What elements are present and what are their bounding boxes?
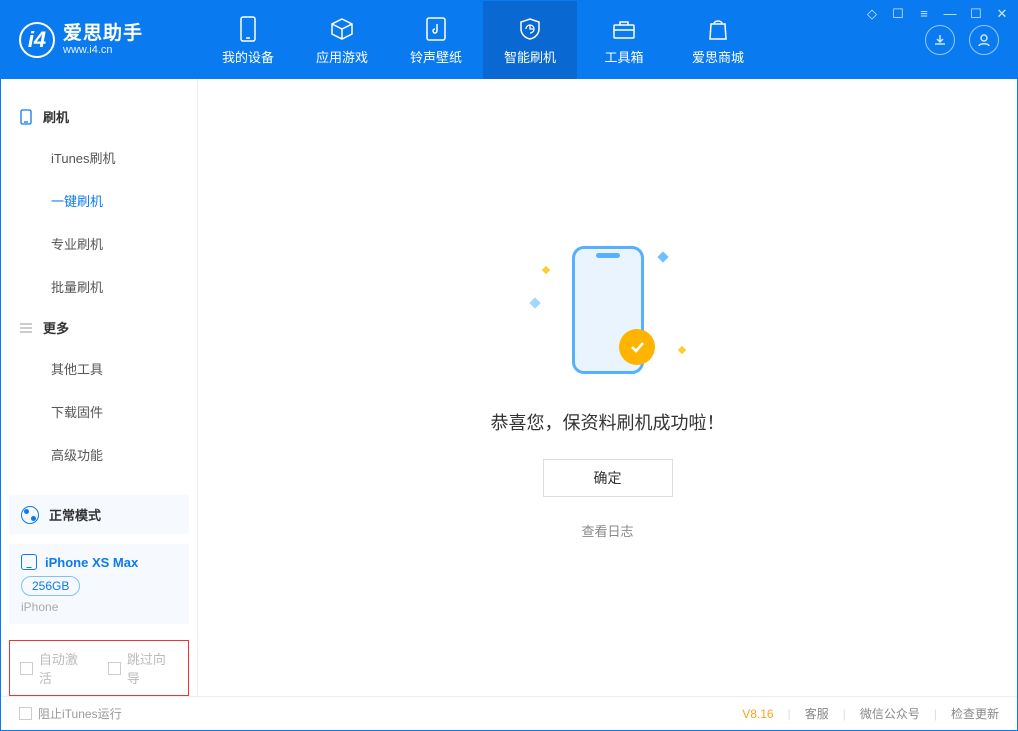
support-link[interactable]: 客服	[805, 705, 829, 722]
music-file-icon	[422, 15, 450, 43]
close-button[interactable]: ✕	[994, 6, 1010, 22]
tab-apps-games[interactable]: 应用游戏	[295, 1, 389, 79]
tab-label: 应用游戏	[316, 47, 368, 66]
maximize-button[interactable]: ☐	[968, 6, 984, 22]
sidebar-group-title: 刷机	[43, 107, 69, 126]
list-icon	[19, 321, 33, 335]
wechat-link[interactable]: 微信公众号	[860, 705, 920, 722]
tab-label: 智能刷机	[504, 47, 556, 66]
main-content: 恭喜您，保资料刷机成功啦！ 确定 查看日志	[198, 79, 1017, 696]
download-button[interactable]	[925, 25, 955, 55]
phone-graphic	[572, 246, 644, 374]
sidebar-group-flash: 刷机	[1, 97, 197, 136]
success-illustration	[523, 235, 693, 385]
sidebar-item-other-tools[interactable]: 其他工具	[1, 347, 197, 390]
app-header: i4 爱思助手 www.i4.cn 我的设备 应用游戏 铃声壁纸 智能刷机 工具…	[1, 1, 1017, 79]
nav-tabs: 我的设备 应用游戏 铃声壁纸 智能刷机 工具箱 爱思商城	[201, 1, 765, 79]
device-small-icon	[21, 554, 37, 570]
user-button[interactable]	[969, 25, 999, 55]
sidebar-group-title: 更多	[43, 318, 69, 337]
tab-label: 工具箱	[604, 47, 643, 66]
bag-icon	[704, 15, 732, 43]
view-log-link[interactable]: 查看日志	[581, 521, 633, 540]
auto-activate-checkbox[interactable]: 自动激活	[20, 649, 90, 687]
sidebar-item-download-firmware[interactable]: 下载固件	[1, 390, 197, 433]
sidebar-item-oneclick-flash[interactable]: 一键刷机	[1, 179, 197, 222]
mode-icon	[21, 506, 39, 524]
app-title: 爱思助手	[63, 24, 143, 45]
success-message: 恭喜您，保资料刷机成功啦！	[491, 409, 725, 435]
block-itunes-checkbox[interactable]: 阻止iTunes运行	[19, 705, 122, 722]
app-site: www.i4.cn	[63, 44, 143, 56]
tab-label: 我的设备	[222, 47, 274, 66]
shield-refresh-icon	[516, 15, 544, 43]
tab-smart-flash[interactable]: 智能刷机	[483, 1, 577, 79]
checkmark-badge-icon	[619, 329, 655, 365]
toolbox-icon	[610, 15, 638, 43]
skip-guide-checkbox[interactable]: 跳过向导	[108, 649, 178, 687]
checkbox-label: 阻止iTunes运行	[38, 705, 122, 722]
sidebar-group-more: 更多	[1, 308, 197, 347]
checkbox-label: 跳过向导	[127, 649, 178, 687]
logo-icon: i4	[19, 22, 55, 58]
sidebar-item-itunes-flash[interactable]: iTunes刷机	[1, 136, 197, 179]
tab-my-device[interactable]: 我的设备	[201, 1, 295, 79]
menu-icon[interactable]: ≡	[916, 6, 932, 22]
skin-icon[interactable]: ◇	[864, 6, 880, 22]
sidebar: 刷机 iTunes刷机 一键刷机 专业刷机 批量刷机 更多 其他工具 下载固件 …	[1, 79, 198, 696]
ok-button[interactable]: 确定	[543, 459, 673, 497]
checkbox-label: 自动激活	[39, 649, 90, 687]
footer: 阻止iTunes运行 V8.16 | 客服 | 微信公众号 | 检查更新	[1, 696, 1017, 730]
sidebar-item-batch-flash[interactable]: 批量刷机	[1, 265, 197, 308]
cube-icon	[328, 15, 356, 43]
device-type: iPhone	[21, 600, 177, 614]
sidebar-item-pro-flash[interactable]: 专业刷机	[1, 222, 197, 265]
flash-options-box: 自动激活 跳过向导	[9, 640, 189, 696]
tab-label: 爱思商城	[692, 47, 744, 66]
sidebar-item-advanced[interactable]: 高级功能	[1, 433, 197, 476]
device-name: iPhone XS Max	[45, 555, 138, 570]
tab-label: 铃声壁纸	[410, 47, 462, 66]
check-update-link[interactable]: 检查更新	[951, 705, 999, 722]
device-card[interactable]: iPhone XS Max 256GB iPhone	[9, 544, 189, 624]
storage-badge: 256GB	[21, 576, 80, 596]
minimize-button[interactable]: —	[942, 6, 958, 22]
feedback-icon[interactable]: ☐	[890, 6, 906, 22]
window-controls: ◇ ☐ ≡ — ☐ ✕	[864, 6, 1010, 22]
mode-label: 正常模式	[49, 505, 101, 524]
device-icon	[234, 15, 262, 43]
tab-store[interactable]: 爱思商城	[671, 1, 765, 79]
tab-ringtone-wallpaper[interactable]: 铃声壁纸	[389, 1, 483, 79]
tab-toolbox[interactable]: 工具箱	[577, 1, 671, 79]
version-label: V8.16	[742, 707, 773, 721]
phone-icon	[19, 110, 33, 124]
mode-card[interactable]: 正常模式	[9, 495, 189, 534]
app-logo: i4 爱思助手 www.i4.cn	[19, 22, 201, 58]
